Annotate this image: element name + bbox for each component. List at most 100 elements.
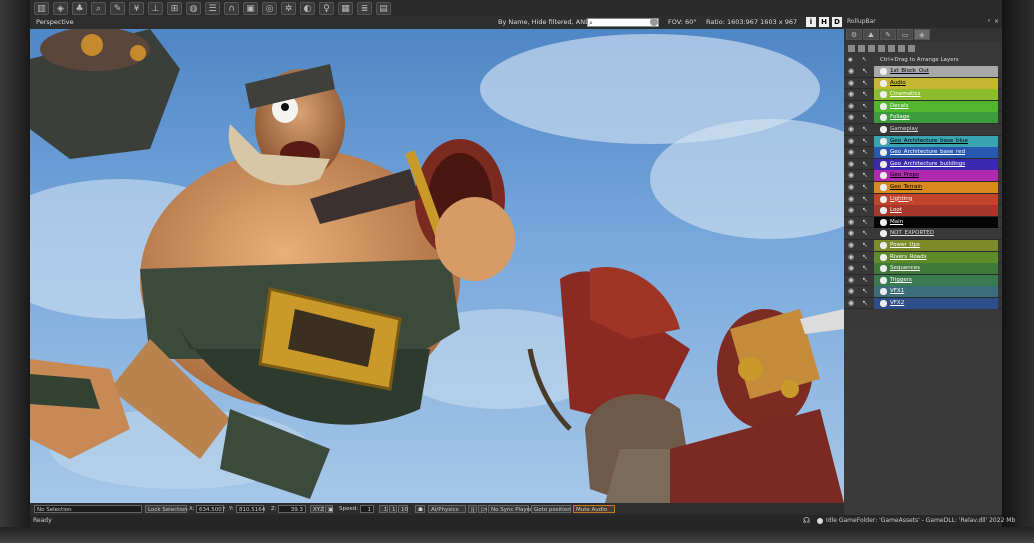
visibility-eye-icon[interactable]: ◉ (848, 299, 856, 307)
visibility-eye-icon[interactable]: ◉ (848, 114, 856, 121)
new-layer-icon[interactable] (848, 44, 855, 52)
no-sync-player-button[interactable]: No Sync Player (488, 505, 532, 513)
layer-name[interactable]: Power_Ups (890, 240, 920, 251)
visibility-eye-icon[interactable]: ◉ (848, 218, 856, 226)
selectable-pointer-icon[interactable]: ↖ (862, 299, 868, 307)
layer-row[interactable]: ◉ ↖ Lighting (844, 193, 1002, 206)
layer-row[interactable]: ◉ ↖ Rivers_Roads (844, 251, 1002, 264)
goto-position-button[interactable]: Goto position (531, 505, 571, 513)
visibility-eye-icon[interactable]: ◉ (848, 195, 856, 203)
layer-name[interactable]: 1st_Block_Out (890, 66, 929, 77)
visibility-eye-icon[interactable]: ◉ (848, 79, 856, 87)
ai-physics-button[interactable]: AI/Physics (428, 505, 466, 513)
lamp-icon[interactable]: ⊥ (148, 1, 163, 15)
visibility-eye-icon[interactable]: ◉ (848, 230, 856, 237)
close-icon[interactable]: × (994, 16, 999, 28)
layer-name[interactable]: Main (890, 217, 903, 228)
helpers-button[interactable]: H (819, 17, 829, 27)
tab-objects-icon[interactable]: ⚙ (846, 29, 862, 40)
freeze-layer-icon[interactable] (908, 44, 915, 52)
y-coordinate-input[interactable]: 810.5164 (236, 505, 265, 513)
selectable-pointer-icon[interactable]: ↖ (862, 253, 868, 261)
tab-terrain-icon[interactable]: ⛰ (863, 29, 879, 40)
layer-row[interactable]: ◉ ↖ 1st_Block_Out (844, 66, 1002, 78)
selectable-pointer-icon[interactable]: ↖ (862, 125, 868, 133)
physics-icon[interactable]: ☗ (415, 505, 425, 513)
layer-row[interactable]: ◉ ↖ Geo_Architecture_buildings (844, 158, 1002, 171)
selectable-pointer-icon[interactable]: ↖ (862, 102, 868, 110)
layer-row[interactable]: ◉ ↖ Loot (844, 205, 1002, 217)
layer-name[interactable]: Geo_Props (890, 170, 919, 181)
save-layer-icon[interactable] (898, 44, 905, 52)
visibility-eye-icon[interactable]: ◉ (848, 125, 856, 133)
visibility-eye-icon[interactable]: ◉ (848, 91, 856, 98)
visibility-eye-icon[interactable]: ◉ (848, 68, 856, 75)
layer-row[interactable]: ◉ ↖ Foliage (844, 112, 1002, 124)
layer-row[interactable]: ◉ ↖ Sequences (844, 263, 1002, 275)
visibility-eye-icon[interactable]: ◉ (848, 288, 856, 295)
layer-name[interactable]: Lighting (890, 194, 912, 205)
3d-viewport[interactable] (30, 29, 844, 503)
selectable-pointer-icon[interactable]: ↖ (862, 91, 868, 98)
layer-row[interactable]: ◉ ↖ Geo_Terrain (844, 181, 1002, 194)
tree-icon[interactable]: ♣ (72, 1, 87, 15)
grid-icon[interactable]: ▦ (338, 1, 353, 15)
book-icon[interactable]: ▥ (34, 1, 49, 15)
x-coordinate-input[interactable]: 634.5007 (196, 505, 225, 513)
info-button[interactable]: i (806, 17, 816, 27)
headphones-icon[interactable]: ∩ (224, 1, 239, 15)
selectable-pointer-icon[interactable]: ↖ (862, 288, 868, 295)
clear-search-icon[interactable] (650, 18, 658, 26)
layer-row[interactable]: ◉ ↖ Geo_Architecture_base_red (844, 147, 1002, 159)
layer-row[interactable]: ◉ ↖ Gameplay (844, 123, 1002, 136)
selectable-pointer-icon[interactable]: ↖ (862, 160, 868, 168)
list-icon[interactable]: ☰ (205, 1, 220, 15)
sun-icon[interactable]: ✲ (281, 1, 296, 15)
selectable-pointer-icon[interactable]: ↖ (862, 230, 868, 237)
speed-option-0.1[interactable]: .1 (379, 505, 388, 513)
visibility-eye-icon[interactable]: ◉ (848, 265, 856, 272)
selectable-pointer-icon[interactable]: ↖ (862, 276, 868, 284)
step-button[interactable]: |> (478, 505, 487, 513)
import-layer-icon[interactable] (878, 44, 885, 52)
filter-label[interactable]: By Name, Hide filtered, AND (498, 16, 590, 29)
sphere-icon[interactable]: ◎ (262, 1, 277, 15)
selectable-pointer-icon[interactable]: ↖ (862, 137, 868, 145)
visibility-eye-icon[interactable]: ◉ (848, 149, 856, 156)
wand-icon[interactable]: ✎ (110, 1, 125, 15)
shield-icon[interactable]: ◐ (300, 1, 315, 15)
hierarchy-icon[interactable]: ⊞ (167, 1, 182, 15)
visibility-eye-icon[interactable]: ◉ (848, 137, 856, 145)
visibility-eye-icon[interactable]: ◉ (848, 276, 856, 284)
visibility-eye-icon[interactable]: ◉ (848, 241, 856, 249)
viewport-title[interactable]: Perspective (36, 16, 74, 29)
mute-audio-button[interactable]: Mute Audio (573, 505, 615, 513)
selectable-pointer-icon[interactable]: ↖ (862, 207, 868, 214)
layer-name[interactable]: Geo_Architecture_base_red (890, 147, 965, 158)
layer-name[interactable]: Triggers (890, 275, 912, 286)
lock-selection-button[interactable]: Lock Selection (145, 505, 188, 513)
visibility-eye-icon[interactable]: ◉ (848, 253, 856, 261)
layer-row[interactable]: ◉ ↖ Geo_Architecture_base_blue (844, 135, 1002, 148)
globe-icon[interactable]: ◍ (186, 1, 201, 15)
folder-layer-icon[interactable] (888, 44, 895, 52)
panel-icon[interactable]: ≣ (357, 1, 372, 15)
layer-row[interactable]: ◉ ↖ Cinematics (844, 89, 1002, 101)
layer-name[interactable]: Sequences (890, 263, 920, 274)
layer-name[interactable]: VFX2 (890, 298, 904, 309)
bulb-icon[interactable]: ♀ (319, 1, 334, 15)
magnifier-icon[interactable]: ⌕ (91, 1, 106, 15)
layer-row[interactable]: ◉ ↖ Geo_Props (844, 170, 1002, 182)
layer-row[interactable]: ◉ ↖ Triggers (844, 274, 1002, 287)
layer-row[interactable]: ◉ ↖ VFX2 (844, 297, 1002, 310)
layer-name[interactable]: Geo_Architecture_base_blue (890, 136, 968, 147)
visibility-eye-icon[interactable]: ◉ (848, 160, 856, 168)
tab-layers-icon[interactable]: ◈ (914, 29, 930, 40)
selectable-pointer-icon[interactable]: ↖ (862, 265, 868, 272)
selectable-pointer-icon[interactable]: ↖ (862, 79, 868, 87)
speed-option-10[interactable]: 10 (398, 505, 408, 513)
selectable-pointer-icon[interactable]: ↖ (862, 183, 868, 191)
speed-input[interactable]: 1 (360, 505, 374, 513)
layer-row[interactable]: ◉ ↖ Decals (844, 100, 1002, 113)
z-coordinate-input[interactable]: 39.3 (278, 505, 306, 513)
